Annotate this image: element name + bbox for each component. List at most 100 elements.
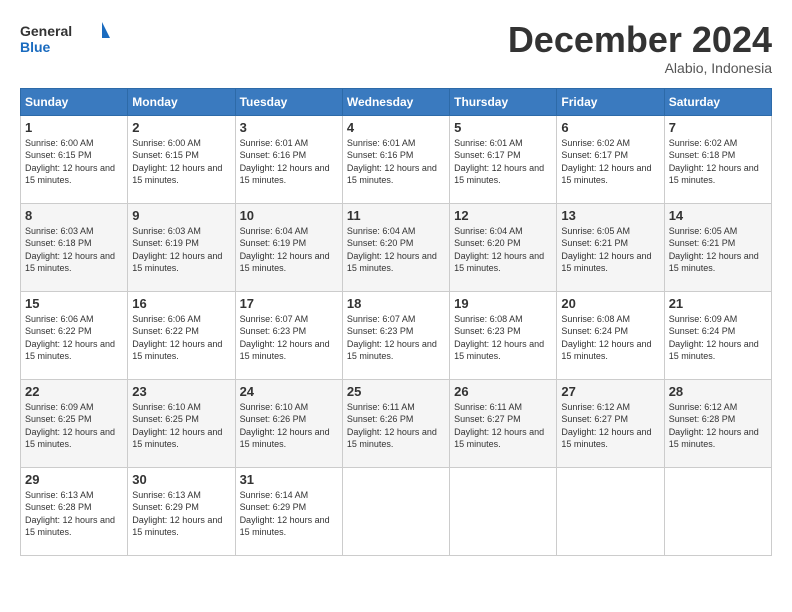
col-sunday: Sunday [21,88,128,115]
day-detail: Sunrise: 6:04 AMSunset: 6:20 PMDaylight:… [347,226,437,274]
table-row: 10 Sunrise: 6:04 AMSunset: 6:19 PMDaylig… [235,203,342,291]
day-detail: Sunrise: 6:09 AMSunset: 6:25 PMDaylight:… [25,402,115,450]
table-row: 21 Sunrise: 6:09 AMSunset: 6:24 PMDaylig… [664,291,771,379]
calendar-week-5: 29 Sunrise: 6:13 AMSunset: 6:28 PMDaylig… [21,467,772,555]
table-row: 16 Sunrise: 6:06 AMSunset: 6:22 PMDaylig… [128,291,235,379]
table-row: 29 Sunrise: 6:13 AMSunset: 6:28 PMDaylig… [21,467,128,555]
table-row: 6 Sunrise: 6:02 AMSunset: 6:17 PMDayligh… [557,115,664,203]
day-number: 12 [454,208,552,223]
day-number: 9 [132,208,230,223]
day-number: 31 [240,472,338,487]
table-row [342,467,449,555]
table-row: 30 Sunrise: 6:13 AMSunset: 6:29 PMDaylig… [128,467,235,555]
header: General Blue December 2024 Alabio, Indon… [20,20,772,76]
table-row: 7 Sunrise: 6:02 AMSunset: 6:18 PMDayligh… [664,115,771,203]
day-number: 29 [25,472,123,487]
day-detail: Sunrise: 6:08 AMSunset: 6:23 PMDaylight:… [454,314,544,362]
day-detail: Sunrise: 6:07 AMSunset: 6:23 PMDaylight:… [240,314,330,362]
table-row: 2 Sunrise: 6:00 AMSunset: 6:15 PMDayligh… [128,115,235,203]
day-detail: Sunrise: 6:12 AMSunset: 6:27 PMDaylight:… [561,402,651,450]
col-friday: Friday [557,88,664,115]
table-row: 25 Sunrise: 6:11 AMSunset: 6:26 PMDaylig… [342,379,449,467]
table-row [664,467,771,555]
day-detail: Sunrise: 6:02 AMSunset: 6:18 PMDaylight:… [669,138,759,186]
table-row: 23 Sunrise: 6:10 AMSunset: 6:25 PMDaylig… [128,379,235,467]
table-row: 19 Sunrise: 6:08 AMSunset: 6:23 PMDaylig… [450,291,557,379]
calendar-header-row: Sunday Monday Tuesday Wednesday Thursday… [21,88,772,115]
day-number: 18 [347,296,445,311]
day-detail: Sunrise: 6:01 AMSunset: 6:16 PMDaylight:… [347,138,437,186]
table-row: 22 Sunrise: 6:09 AMSunset: 6:25 PMDaylig… [21,379,128,467]
table-row: 4 Sunrise: 6:01 AMSunset: 6:16 PMDayligh… [342,115,449,203]
table-row: 11 Sunrise: 6:04 AMSunset: 6:20 PMDaylig… [342,203,449,291]
day-detail: Sunrise: 6:02 AMSunset: 6:17 PMDaylight:… [561,138,651,186]
table-row: 12 Sunrise: 6:04 AMSunset: 6:20 PMDaylig… [450,203,557,291]
day-number: 1 [25,120,123,135]
calendar-week-1: 1 Sunrise: 6:00 AMSunset: 6:15 PMDayligh… [21,115,772,203]
table-row: 1 Sunrise: 6:00 AMSunset: 6:15 PMDayligh… [21,115,128,203]
day-detail: Sunrise: 6:01 AMSunset: 6:16 PMDaylight:… [240,138,330,186]
day-number: 16 [132,296,230,311]
day-detail: Sunrise: 6:01 AMSunset: 6:17 PMDaylight:… [454,138,544,186]
day-number: 30 [132,472,230,487]
day-number: 5 [454,120,552,135]
day-number: 17 [240,296,338,311]
table-row: 26 Sunrise: 6:11 AMSunset: 6:27 PMDaylig… [450,379,557,467]
day-detail: Sunrise: 6:07 AMSunset: 6:23 PMDaylight:… [347,314,437,362]
day-number: 13 [561,208,659,223]
table-row: 14 Sunrise: 6:05 AMSunset: 6:21 PMDaylig… [664,203,771,291]
day-number: 22 [25,384,123,399]
title-block: December 2024 Alabio, Indonesia [508,20,772,76]
calendar-table: Sunday Monday Tuesday Wednesday Thursday… [20,88,772,556]
table-row: 27 Sunrise: 6:12 AMSunset: 6:27 PMDaylig… [557,379,664,467]
day-detail: Sunrise: 6:13 AMSunset: 6:28 PMDaylight:… [25,490,115,538]
day-number: 25 [347,384,445,399]
col-thursday: Thursday [450,88,557,115]
table-row: 5 Sunrise: 6:01 AMSunset: 6:17 PMDayligh… [450,115,557,203]
table-row: 13 Sunrise: 6:05 AMSunset: 6:21 PMDaylig… [557,203,664,291]
subtitle: Alabio, Indonesia [508,60,772,76]
table-row: 24 Sunrise: 6:10 AMSunset: 6:26 PMDaylig… [235,379,342,467]
table-row: 20 Sunrise: 6:08 AMSunset: 6:24 PMDaylig… [557,291,664,379]
day-detail: Sunrise: 6:06 AMSunset: 6:22 PMDaylight:… [25,314,115,362]
month-title: December 2024 [508,20,772,60]
day-number: 23 [132,384,230,399]
col-wednesday: Wednesday [342,88,449,115]
day-number: 7 [669,120,767,135]
table-row [450,467,557,555]
calendar-week-3: 15 Sunrise: 6:06 AMSunset: 6:22 PMDaylig… [21,291,772,379]
day-detail: Sunrise: 6:03 AMSunset: 6:19 PMDaylight:… [132,226,222,274]
day-detail: Sunrise: 6:00 AMSunset: 6:15 PMDaylight:… [132,138,222,186]
day-number: 4 [347,120,445,135]
table-row: 28 Sunrise: 6:12 AMSunset: 6:28 PMDaylig… [664,379,771,467]
day-detail: Sunrise: 6:06 AMSunset: 6:22 PMDaylight:… [132,314,222,362]
day-number: 3 [240,120,338,135]
table-row: 31 Sunrise: 6:14 AMSunset: 6:29 PMDaylig… [235,467,342,555]
page: General Blue December 2024 Alabio, Indon… [0,0,792,612]
day-number: 14 [669,208,767,223]
table-row: 17 Sunrise: 6:07 AMSunset: 6:23 PMDaylig… [235,291,342,379]
day-number: 21 [669,296,767,311]
table-row: 18 Sunrise: 6:07 AMSunset: 6:23 PMDaylig… [342,291,449,379]
calendar-week-4: 22 Sunrise: 6:09 AMSunset: 6:25 PMDaylig… [21,379,772,467]
day-number: 20 [561,296,659,311]
day-detail: Sunrise: 6:05 AMSunset: 6:21 PMDaylight:… [561,226,651,274]
day-number: 6 [561,120,659,135]
table-row [557,467,664,555]
day-detail: Sunrise: 6:04 AMSunset: 6:20 PMDaylight:… [454,226,544,274]
day-number: 27 [561,384,659,399]
table-row: 3 Sunrise: 6:01 AMSunset: 6:16 PMDayligh… [235,115,342,203]
day-detail: Sunrise: 6:14 AMSunset: 6:29 PMDaylight:… [240,490,330,538]
svg-text:Blue: Blue [20,39,51,55]
day-detail: Sunrise: 6:05 AMSunset: 6:21 PMDaylight:… [669,226,759,274]
day-detail: Sunrise: 6:10 AMSunset: 6:25 PMDaylight:… [132,402,222,450]
day-detail: Sunrise: 6:03 AMSunset: 6:18 PMDaylight:… [25,226,115,274]
day-number: 8 [25,208,123,223]
day-detail: Sunrise: 6:04 AMSunset: 6:19 PMDaylight:… [240,226,330,274]
col-tuesday: Tuesday [235,88,342,115]
calendar-week-2: 8 Sunrise: 6:03 AMSunset: 6:18 PMDayligh… [21,203,772,291]
day-number: 19 [454,296,552,311]
day-number: 28 [669,384,767,399]
day-detail: Sunrise: 6:08 AMSunset: 6:24 PMDaylight:… [561,314,651,362]
table-row: 9 Sunrise: 6:03 AMSunset: 6:19 PMDayligh… [128,203,235,291]
